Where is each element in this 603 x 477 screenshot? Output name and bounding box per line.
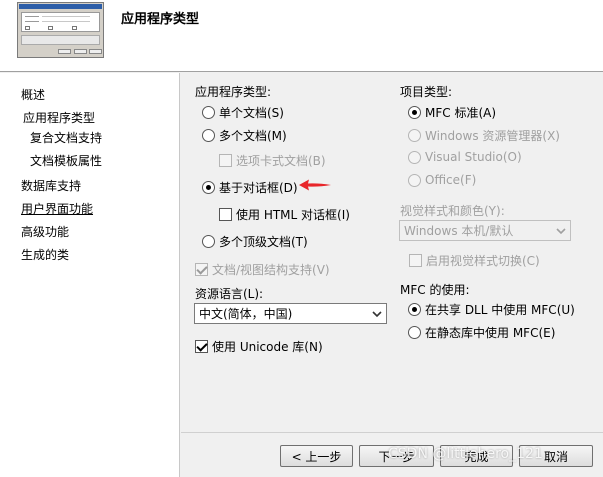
radio-visual-studio[interactable]: Visual Studio(O) bbox=[408, 150, 522, 164]
option-label: 多个顶级文档(T) bbox=[219, 235, 308, 249]
sidebar-item-ui-features[interactable]: 用户界面功能 bbox=[21, 200, 93, 217]
checkbox-indicator[interactable] bbox=[219, 154, 232, 167]
radio-indicator[interactable] bbox=[202, 235, 215, 248]
radio-indicator[interactable] bbox=[202, 106, 215, 119]
sidebar-item-application-type[interactable]: 应用程序类型 bbox=[23, 109, 95, 126]
option-label: 文档/视图结构支持(V) bbox=[212, 263, 330, 277]
option-label: 使用 Unicode 库(N) bbox=[212, 340, 323, 354]
sidebar-item-generated-classes[interactable]: 生成的类 bbox=[21, 246, 69, 263]
app-type-label: 应用程序类型: bbox=[195, 85, 272, 99]
radio-indicator[interactable] bbox=[202, 181, 215, 194]
option-label: Visual Studio(O) bbox=[425, 150, 522, 164]
radio-indicator[interactable] bbox=[408, 150, 421, 164]
radio-mfc-standard[interactable]: MFC 标准(A) bbox=[408, 104, 496, 121]
select-value: 中文(简体，中国) bbox=[199, 307, 293, 321]
next-button[interactable]: 下一步 bbox=[359, 445, 434, 467]
radio-single-document[interactable]: 单个文档(S) bbox=[202, 104, 284, 121]
option-label: Office(F) bbox=[425, 173, 477, 187]
wizard-header: 应用程序类型 bbox=[0, 0, 603, 72]
radio-indicator[interactable] bbox=[408, 129, 421, 142]
option-label: 在静态库中使用 MFC(E) bbox=[425, 326, 556, 340]
radio-multiple-documents[interactable]: 多个文档(M) bbox=[202, 127, 287, 144]
sidebar-item-database-support[interactable]: 数据库支持 bbox=[21, 177, 81, 194]
mfc-use-label: MFC 的使用: bbox=[400, 283, 470, 297]
radio-indicator[interactable] bbox=[202, 129, 215, 142]
wizard-sidebar: 概述 应用程序类型 复合文档支持 文档模板属性 数据库支持 用户界面功能 高级功… bbox=[0, 73, 180, 477]
footer-divider bbox=[181, 432, 603, 433]
option-label: Windows 资源管理器(X) bbox=[425, 129, 560, 143]
checkbox-tabbed-documents[interactable]: 选项卡式文档(B) bbox=[219, 152, 326, 169]
sidebar-item-document-template[interactable]: 文档模板属性 bbox=[30, 152, 102, 169]
resource-language-select[interactable]: 中文(简体，中国) bbox=[194, 303, 387, 324]
checkbox-use-unicode[interactable]: 使用 Unicode 库(N) bbox=[195, 338, 323, 355]
option-label: 单个文档(S) bbox=[219, 106, 284, 120]
radio-multiple-top-level[interactable]: 多个顶级文档(T) bbox=[202, 233, 308, 250]
radio-windows-explorer[interactable]: Windows 资源管理器(X) bbox=[408, 127, 560, 144]
radio-mfc-shared-dll[interactable]: 在共享 DLL 中使用 MFC(U) bbox=[408, 301, 575, 318]
red-arrow-annotation-icon bbox=[299, 179, 331, 191]
checkbox-doc-view-support[interactable]: 文档/视图结构支持(V) bbox=[195, 261, 330, 278]
sidebar-item-advanced-features[interactable]: 高级功能 bbox=[21, 223, 69, 240]
option-label: MFC 标准(A) bbox=[425, 106, 497, 120]
wizard-preview-thumbnail bbox=[17, 2, 104, 58]
radio-indicator[interactable] bbox=[408, 106, 421, 119]
sidebar-item-overview[interactable]: 概述 bbox=[21, 86, 45, 103]
checkbox-use-html-dialog[interactable]: 使用 HTML 对话框(I) bbox=[219, 206, 350, 223]
chevron-down-icon bbox=[556, 228, 566, 235]
select-value: Windows 本机/默认 bbox=[404, 224, 514, 238]
resource-language-label: 资源语言(L): bbox=[195, 287, 264, 301]
checkbox-indicator[interactable] bbox=[409, 254, 422, 267]
radio-mfc-static-lib[interactable]: 在静态库中使用 MFC(E) bbox=[408, 324, 555, 341]
option-label: 基于对话框(D) bbox=[219, 181, 298, 195]
radio-indicator[interactable] bbox=[408, 173, 421, 187]
sidebar-item-compound-document[interactable]: 复合文档支持 bbox=[30, 129, 102, 146]
checkbox-indicator[interactable] bbox=[195, 340, 208, 353]
chevron-down-icon bbox=[372, 311, 382, 318]
radio-dialog-based[interactable]: 基于对话框(D) bbox=[202, 179, 298, 196]
finish-button[interactable]: 完成 bbox=[440, 445, 513, 467]
radio-indicator[interactable] bbox=[408, 326, 421, 339]
visual-style-label: 视觉样式和颜色(Y): bbox=[400, 204, 505, 218]
visual-style-select[interactable]: Windows 本机/默认 bbox=[399, 220, 571, 241]
checkbox-indicator[interactable] bbox=[219, 208, 232, 221]
checkbox-indicator[interactable] bbox=[195, 263, 208, 276]
option-label: 在共享 DLL 中使用 MFC(U) bbox=[425, 303, 575, 317]
option-label: 多个文档(M) bbox=[219, 129, 287, 143]
checkbox-visual-style-switch[interactable]: 启用视觉样式切换(C) bbox=[409, 252, 540, 269]
option-label: 启用视觉样式切换(C) bbox=[426, 254, 540, 268]
radio-indicator[interactable] bbox=[408, 303, 421, 316]
project-type-label: 项目类型: bbox=[400, 85, 453, 99]
option-label: 选项卡式文档(B) bbox=[236, 154, 326, 168]
previous-button[interactable]: < 上一步 bbox=[280, 445, 353, 467]
page-title: 应用程序类型 bbox=[121, 12, 200, 27]
option-label: 使用 HTML 对话框(I) bbox=[236, 208, 350, 222]
radio-office[interactable]: Office(F) bbox=[408, 173, 476, 187]
cancel-button[interactable]: 取消 bbox=[519, 445, 593, 467]
